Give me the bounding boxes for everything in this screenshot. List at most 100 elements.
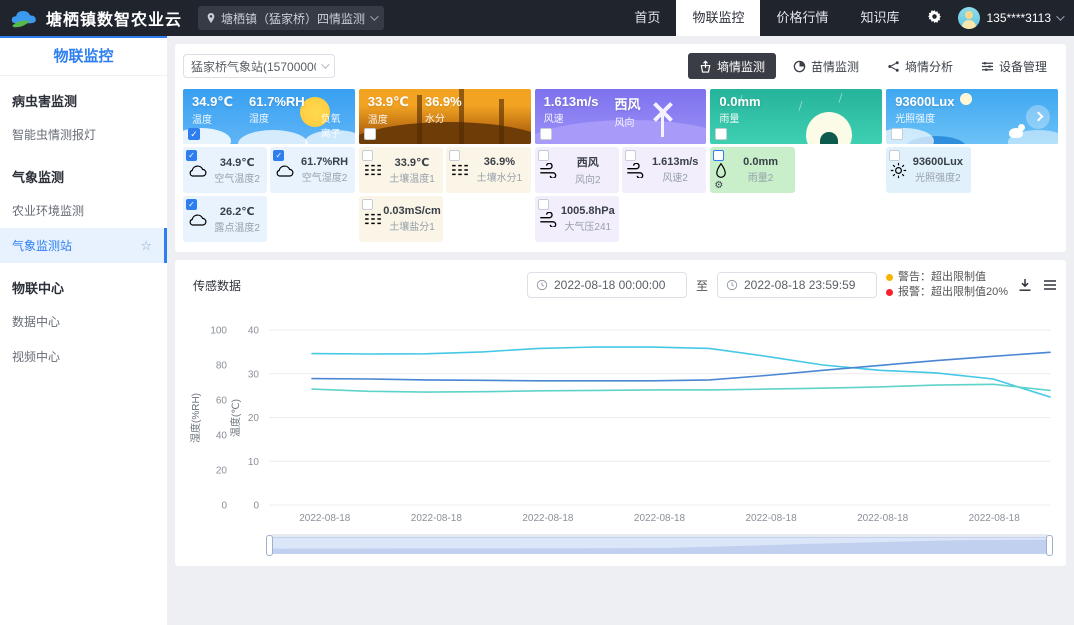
checkbox[interactable] — [625, 150, 636, 161]
checkbox[interactable] — [891, 128, 903, 140]
sensor-tile-露点温度2[interactable]: ✓26.2℃露点温度2 — [183, 196, 267, 242]
device-select[interactable]: 猛家桥气象站(1570000015685 — [183, 54, 335, 78]
card-metric: 西风风向 — [615, 94, 641, 129]
checkbox[interactable] — [538, 150, 549, 161]
date-from-field[interactable] — [527, 272, 687, 298]
list-menu-icon[interactable] — [1042, 277, 1058, 293]
checkbox[interactable] — [538, 199, 549, 210]
toolbar-button-墒情监测[interactable]: 墒情监测 — [688, 53, 776, 79]
card-metric: 负氧离子 — [321, 94, 346, 140]
nav-item-首页[interactable]: 首页 — [618, 0, 676, 36]
sidebar-item-农业环境监测[interactable]: 农业环境监测 — [0, 193, 167, 228]
date-to-field[interactable] — [717, 272, 877, 298]
nav-item-知识库[interactable]: 知识库 — [844, 0, 915, 36]
checkbox[interactable] — [364, 128, 376, 140]
device-manage-icon — [981, 60, 994, 73]
sidebar-item-气象监测站[interactable]: 气象监测站☆ — [0, 228, 167, 263]
svg-text:2022-08-18: 2022-08-18 — [299, 513, 351, 524]
clock-icon — [726, 279, 738, 291]
checkbox[interactable]: ✓ — [273, 150, 284, 161]
sidebar-group-病虫害监测: 病虫害监测 — [0, 76, 167, 117]
sensor-tile-雨量2[interactable]: 0.0mm雨量2⚙ — [710, 147, 794, 193]
wind-icon — [626, 163, 646, 178]
date-from-input[interactable] — [554, 278, 678, 292]
soil-icon — [450, 163, 470, 177]
sensor-tile-光照强度2[interactable]: 93600Lux光照强度2 — [886, 147, 970, 193]
sensor-section: 93600Lux光照强度2 — [886, 147, 1058, 242]
device-select-value: 猛家桥气象站(1570000015685 — [191, 58, 316, 75]
sensor-tile-空气湿度2[interactable]: ✓61.7%RH空气湿度2 — [270, 147, 354, 193]
sidebar-group-物联中心: 物联中心 — [0, 263, 167, 304]
sensor-section: 0.0mm雨量2⚙ — [710, 147, 882, 242]
cloud-icon — [274, 163, 296, 178]
toolbar-button-墒情分析[interactable]: 墒情分析 — [876, 53, 964, 79]
card-metric: 36.9%水分 — [425, 94, 462, 126]
weather-card-rain: 0.0mm雨量 — [710, 89, 882, 144]
chevron-down-icon — [370, 12, 378, 20]
date-to-input[interactable] — [744, 278, 868, 292]
svg-text:温度(℃): 温度(℃) — [229, 399, 242, 437]
datazoom-right-handle[interactable] — [1046, 535, 1053, 556]
checkbox[interactable] — [362, 150, 373, 161]
sensor-tile-风向2[interactable]: 西风风向2 — [535, 147, 619, 193]
sensor-tile-空气温度2[interactable]: ✓34.9℃空气温度2 — [183, 147, 267, 193]
checkbox[interactable] — [715, 128, 727, 140]
svg-text:10: 10 — [248, 457, 260, 468]
sensor-value: 93600Lux — [907, 156, 968, 168]
datazoom-silhouette — [270, 538, 1049, 553]
checkbox[interactable]: ✓ — [186, 199, 197, 210]
nav-item-价格行情[interactable]: 价格行情 — [760, 0, 844, 36]
user-avatar[interactable] — [958, 7, 980, 29]
toolbar-button-label: 墒情监测 — [717, 58, 765, 75]
nav-item-物联监控[interactable]: 物联监控 — [676, 0, 760, 36]
cloud-icon — [187, 163, 209, 178]
datazoom-selection[interactable] — [269, 537, 1050, 554]
checkbox[interactable] — [889, 150, 900, 161]
soil-monitor-icon — [699, 60, 712, 73]
checkbox[interactable] — [540, 128, 552, 140]
sensor-tile-土壤水分1[interactable]: 36.9%土壤水分1 — [446, 147, 530, 193]
sensor-value: 26.2℃ — [209, 205, 265, 218]
download-icon[interactable] — [1017, 277, 1033, 293]
chart-datazoom-slider[interactable] — [269, 534, 1050, 556]
wind-icon — [539, 163, 559, 178]
checkbox[interactable]: ✓ — [188, 128, 200, 140]
checkbox[interactable] — [713, 150, 724, 161]
navbar-menu: 首页物联监控价格行情知识库 — [618, 0, 915, 36]
weather-card-sky: 34.9℃温度61.7%RH湿度负氧离子✓ — [183, 89, 355, 144]
sidebar-item-视频中心[interactable]: 视频中心 — [0, 339, 167, 374]
star-icon[interactable]: ☆ — [140, 238, 152, 254]
sensor-tile-风速2[interactable]: 1.613m/s风速2 — [622, 147, 706, 193]
sensor-value: 36.9% — [470, 156, 528, 168]
chevron-down-icon — [321, 60, 329, 68]
seedling-monitor-icon — [793, 60, 806, 73]
threshold-legend: 警告：超出限制值 报警：超出限制值20% — [886, 270, 1008, 300]
checkbox[interactable] — [449, 150, 460, 161]
svg-text:0: 0 — [221, 501, 227, 512]
toolbar-button-label: 墒情分析 — [905, 58, 953, 75]
weather-card-autumn: 33.9℃温度36.9%水分 — [359, 89, 531, 144]
toolbar-button-设备管理[interactable]: 设备管理 — [970, 53, 1058, 79]
datazoom-left-handle[interactable] — [266, 535, 273, 556]
sensor-tile-土壤盐分1[interactable]: 0.03mS/cm土壤盐分1 — [359, 196, 443, 242]
user-phone[interactable]: 135****3113 — [986, 11, 1051, 25]
toolbar-button-苗情监测[interactable]: 苗情监测 — [782, 53, 870, 79]
gear-icon[interactable]: ⚙ — [714, 180, 723, 191]
clock-icon — [536, 279, 548, 291]
sidebar-item-数据中心[interactable]: 数据中心 — [0, 304, 167, 339]
wind-icon — [539, 212, 559, 227]
sensor-tile-土壤温度1[interactable]: 33.9℃土壤温度1 — [359, 147, 443, 193]
settings-gear-icon[interactable] — [915, 9, 954, 28]
checkbox[interactable]: ✓ — [186, 150, 197, 161]
svg-text:2022-08-18: 2022-08-18 — [634, 513, 686, 524]
sensor-value: 61.7%RH — [296, 156, 352, 168]
checkbox[interactable] — [362, 199, 373, 210]
sensor-tile-大气压241[interactable]: 1005.8hPa大气压241 — [535, 196, 619, 242]
user-chevron-down-icon[interactable] — [1056, 12, 1064, 20]
sidebar-item-智能虫情测报灯[interactable]: 智能虫情测报灯 — [0, 117, 167, 152]
location-select[interactable]: 塘栖镇（猛家桥）四情监测 — [198, 6, 384, 30]
carousel-next-button[interactable] — [1026, 105, 1050, 129]
sensor-label: 雨量2 — [728, 169, 792, 184]
alarm-legend-label: 报警：超出限制值20% — [898, 285, 1008, 300]
weather-cards-carousel: 34.9℃温度61.7%RH湿度负氧离子✓33.9℃温度36.9%水分1.613… — [183, 89, 1058, 144]
